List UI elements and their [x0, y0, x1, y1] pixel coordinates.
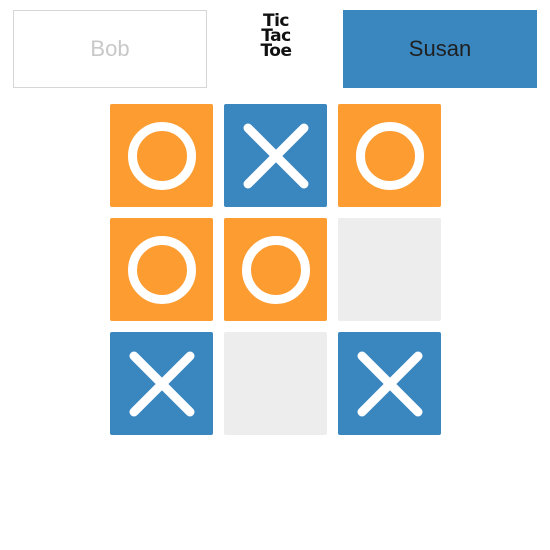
game-board: [110, 104, 441, 435]
board-cell-r3c2[interactable]: [224, 332, 327, 435]
circle-o-icon: [127, 121, 196, 190]
tic-tac-toe-game: Bob Tic Tac Toe Susan: [0, 0, 550, 550]
player-left-name: Bob: [90, 36, 130, 61]
player-susan-card[interactable]: Susan: [343, 10, 537, 88]
board-cell-r3c3[interactable]: [338, 332, 441, 435]
board-cell-r1c2[interactable]: [224, 104, 327, 207]
board-cell-r1c3[interactable]: [338, 104, 441, 207]
cross-x-icon: [243, 123, 308, 188]
board-cell-r2c2[interactable]: [224, 218, 327, 321]
board-cell-r2c3[interactable]: [338, 218, 441, 321]
logo-line-toe: Toe: [260, 41, 292, 61]
player-right-name: Susan: [408, 36, 472, 61]
board-cell-r1c1[interactable]: [110, 104, 213, 207]
board-cell-r3c1[interactable]: [110, 332, 213, 435]
circle-o-icon: [241, 235, 310, 304]
player-bob-card[interactable]: Bob: [13, 10, 207, 88]
cross-x-icon: [357, 351, 422, 416]
game-logo: Tic Tac Toe: [251, 13, 301, 61]
circle-o-icon: [355, 121, 424, 190]
circle-o-icon: [127, 235, 196, 304]
cross-x-icon: [129, 351, 194, 416]
board-cell-r2c1[interactable]: [110, 218, 213, 321]
